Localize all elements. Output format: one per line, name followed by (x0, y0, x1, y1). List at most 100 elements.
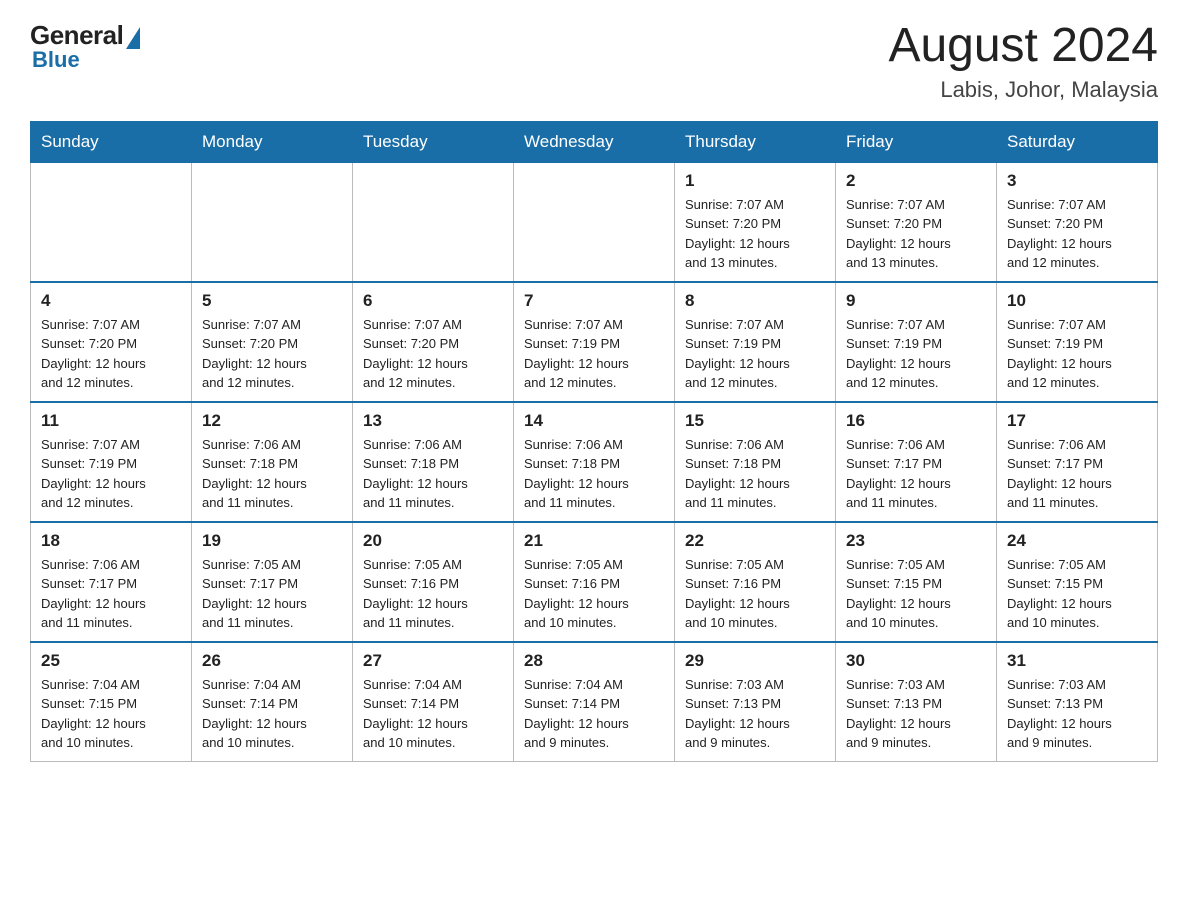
calendar-day-cell (192, 162, 353, 282)
day-number: 4 (41, 291, 181, 311)
location-text: Labis, Johor, Malaysia (888, 77, 1158, 103)
day-number: 3 (1007, 171, 1147, 191)
calendar-day-cell: 26 Sunrise: 7:04 AMSunset: 7:14 PMDayligh… (192, 642, 353, 762)
calendar-day-cell: 10Sunrise: 7:07 AMSunset: 7:19 PMDayligh… (997, 282, 1158, 402)
day-info: Sunrise: 7:03 AMSunset: 7:13 PMDaylight:… (846, 675, 986, 753)
day-number: 15 (685, 411, 825, 431)
day-info: Sunrise: 7:05 AMSunset: 7:15 PMDaylight:… (846, 555, 986, 633)
calendar-day-cell: 22 Sunrise: 7:05 AMSunset: 7:16 PMDayligh… (675, 522, 836, 642)
calendar-day-cell: 16Sunrise: 7:06 AMSunset: 7:17 PMDayligh… (836, 402, 997, 522)
day-number: 19 (202, 531, 342, 551)
day-info: Sunrise: 7:03 AMSunset: 7:13 PMDaylight:… (1007, 675, 1147, 753)
day-number: 24 (1007, 531, 1147, 551)
calendar-week-row: 4 Sunrise: 7:07 AMSunset: 7:20 PMDaylight… (31, 282, 1158, 402)
title-area: August 2024 Labis, Johor, Malaysia (888, 20, 1158, 103)
day-of-week-header: Wednesday (514, 121, 675, 162)
day-number: 1 (685, 171, 825, 191)
calendar-day-cell: 24 Sunrise: 7:05 AMSunset: 7:15 PMDayligh… (997, 522, 1158, 642)
day-number: 6 (363, 291, 503, 311)
day-of-week-header: Monday (192, 121, 353, 162)
day-info: Sunrise: 7:05 AMSunset: 7:16 PMDaylight:… (685, 555, 825, 633)
day-number: 18 (41, 531, 181, 551)
day-number: 20 (363, 531, 503, 551)
day-number: 30 (846, 651, 986, 671)
day-number: 12 (202, 411, 342, 431)
day-info: Sunrise: 7:07 AMSunset: 7:20 PMDaylight:… (202, 315, 342, 393)
day-info: Sunrise: 7:07 AMSunset: 7:20 PMDaylight:… (1007, 195, 1147, 273)
calendar-day-cell: 8Sunrise: 7:07 AMSunset: 7:19 PMDaylight… (675, 282, 836, 402)
day-number: 21 (524, 531, 664, 551)
logo-triangle-icon (126, 27, 140, 49)
day-info: Sunrise: 7:06 AMSunset: 7:18 PMDaylight:… (202, 435, 342, 513)
logo-blue-text: Blue (32, 47, 80, 73)
day-number: 9 (846, 291, 986, 311)
calendar-day-cell: 4 Sunrise: 7:07 AMSunset: 7:20 PMDaylight… (31, 282, 192, 402)
day-info: Sunrise: 7:04 AMSunset: 7:14 PMDaylight:… (524, 675, 664, 753)
calendar-day-cell: 28Sunrise: 7:04 AMSunset: 7:14 PMDayligh… (514, 642, 675, 762)
day-info: Sunrise: 7:06 AMSunset: 7:17 PMDaylight:… (1007, 435, 1147, 513)
day-number: 5 (202, 291, 342, 311)
calendar-day-cell: 18 Sunrise: 7:06 AMSunset: 7:17 PMDayligh… (31, 522, 192, 642)
day-info: Sunrise: 7:07 AMSunset: 7:19 PMDaylight:… (846, 315, 986, 393)
calendar-day-cell (514, 162, 675, 282)
day-info: Sunrise: 7:03 AMSunset: 7:13 PMDaylight:… (685, 675, 825, 753)
day-info: Sunrise: 7:04 AMSunset: 7:15 PMDaylight:… (41, 675, 181, 753)
day-number: 22 (685, 531, 825, 551)
day-of-week-header: Tuesday (353, 121, 514, 162)
day-info: Sunrise: 7:06 AMSunset: 7:18 PMDaylight:… (363, 435, 503, 513)
calendar-header-row: SundayMondayTuesdayWednesdayThursdayFrid… (31, 121, 1158, 162)
day-info: Sunrise: 7:05 AMSunset: 7:16 PMDaylight:… (524, 555, 664, 633)
day-number: 26 (202, 651, 342, 671)
day-number: 31 (1007, 651, 1147, 671)
page-header: General Blue August 2024 Labis, Johor, M… (30, 20, 1158, 103)
day-number: 7 (524, 291, 664, 311)
calendar-day-cell: 3 Sunrise: 7:07 AMSunset: 7:20 PMDaylight… (997, 162, 1158, 282)
day-info: Sunrise: 7:06 AMSunset: 7:17 PMDaylight:… (41, 555, 181, 633)
day-info: Sunrise: 7:07 AMSunset: 7:20 PMDaylight:… (846, 195, 986, 273)
day-info: Sunrise: 7:07 AMSunset: 7:20 PMDaylight:… (685, 195, 825, 273)
day-of-week-header: Friday (836, 121, 997, 162)
calendar-day-cell: 2 Sunrise: 7:07 AMSunset: 7:20 PMDaylight… (836, 162, 997, 282)
calendar-day-cell: 17 Sunrise: 7:06 AMSunset: 7:17 PMDayligh… (997, 402, 1158, 522)
day-number: 2 (846, 171, 986, 191)
calendar-day-cell: 25 Sunrise: 7:04 AMSunset: 7:15 PMDayligh… (31, 642, 192, 762)
day-of-week-header: Saturday (997, 121, 1158, 162)
day-info: Sunrise: 7:04 AMSunset: 7:14 PMDaylight:… (363, 675, 503, 753)
day-info: Sunrise: 7:07 AMSunset: 7:20 PMDaylight:… (363, 315, 503, 393)
day-info: Sunrise: 7:07 AMSunset: 7:19 PMDaylight:… (685, 315, 825, 393)
day-number: 29 (685, 651, 825, 671)
calendar-day-cell: 15 Sunrise: 7:06 AMSunset: 7:18 PMDayligh… (675, 402, 836, 522)
day-info: Sunrise: 7:04 AMSunset: 7:14 PMDaylight:… (202, 675, 342, 753)
day-info: Sunrise: 7:07 AMSunset: 7:19 PMDaylight:… (524, 315, 664, 393)
calendar-day-cell: 7 Sunrise: 7:07 AMSunset: 7:19 PMDaylight… (514, 282, 675, 402)
day-of-week-header: Sunday (31, 121, 192, 162)
day-number: 25 (41, 651, 181, 671)
calendar-day-cell: 27Sunrise: 7:04 AMSunset: 7:14 PMDayligh… (353, 642, 514, 762)
day-number: 11 (41, 411, 181, 431)
day-info: Sunrise: 7:07 AMSunset: 7:19 PMDaylight:… (41, 435, 181, 513)
day-of-week-header: Thursday (675, 121, 836, 162)
calendar-week-row: 18 Sunrise: 7:06 AMSunset: 7:17 PMDayligh… (31, 522, 1158, 642)
calendar-day-cell: 21 Sunrise: 7:05 AMSunset: 7:16 PMDayligh… (514, 522, 675, 642)
calendar-day-cell: 19Sunrise: 7:05 AMSunset: 7:17 PMDayligh… (192, 522, 353, 642)
calendar-day-cell: 31 Sunrise: 7:03 AMSunset: 7:13 PMDayligh… (997, 642, 1158, 762)
calendar-day-cell: 5 Sunrise: 7:07 AMSunset: 7:20 PMDaylight… (192, 282, 353, 402)
calendar-day-cell (31, 162, 192, 282)
day-number: 17 (1007, 411, 1147, 431)
day-number: 13 (363, 411, 503, 431)
calendar-day-cell: 13 Sunrise: 7:06 AMSunset: 7:18 PMDayligh… (353, 402, 514, 522)
day-info: Sunrise: 7:07 AMSunset: 7:19 PMDaylight:… (1007, 315, 1147, 393)
logo: General Blue (30, 20, 140, 73)
calendar-day-cell: 14Sunrise: 7:06 AMSunset: 7:18 PMDayligh… (514, 402, 675, 522)
day-info: Sunrise: 7:05 AMSunset: 7:15 PMDaylight:… (1007, 555, 1147, 633)
calendar-day-cell: 20 Sunrise: 7:05 AMSunset: 7:16 PMDayligh… (353, 522, 514, 642)
day-info: Sunrise: 7:07 AMSunset: 7:20 PMDaylight:… (41, 315, 181, 393)
calendar-day-cell: 6 Sunrise: 7:07 AMSunset: 7:20 PMDaylight… (353, 282, 514, 402)
day-info: Sunrise: 7:06 AMSunset: 7:18 PMDaylight:… (685, 435, 825, 513)
calendar-day-cell: 11 Sunrise: 7:07 AMSunset: 7:19 PMDayligh… (31, 402, 192, 522)
calendar-day-cell: 9 Sunrise: 7:07 AMSunset: 7:19 PMDaylight… (836, 282, 997, 402)
calendar-day-cell: 12 Sunrise: 7:06 AMSunset: 7:18 PMDayligh… (192, 402, 353, 522)
month-title: August 2024 (888, 20, 1158, 73)
day-number: 16 (846, 411, 986, 431)
day-info: Sunrise: 7:05 AMSunset: 7:16 PMDaylight:… (363, 555, 503, 633)
